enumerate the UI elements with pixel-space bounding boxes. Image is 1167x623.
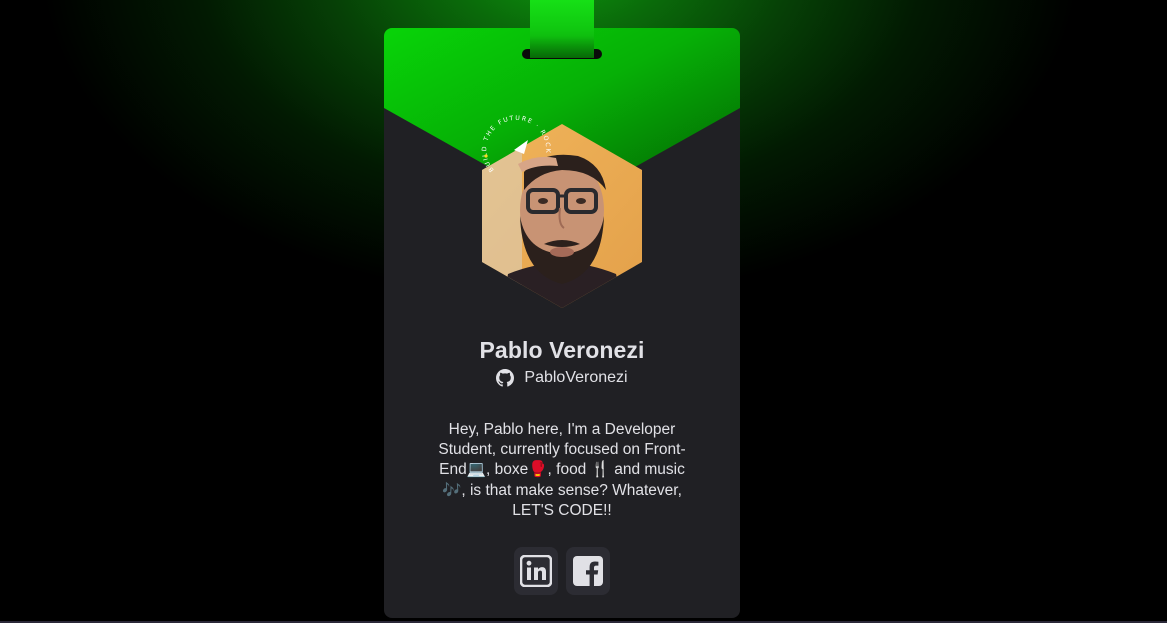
profile-bio: Hey, Pablo here, I'm a Developer Student… (438, 421, 686, 519)
svg-text:BUILD THE FUTURE · ROCKETSEAT: BUILD THE FUTURE · ROCKETSEAT (480, 110, 551, 173)
profile-name: Pablo Veronezi (479, 337, 645, 363)
github-link[interactable]: PabloVeronezi (384, 369, 740, 387)
facebook-button[interactable] (566, 547, 610, 595)
page-background: BUILD THE FUTURE · ROCKETSEAT Pablo Vero… (0, 0, 1167, 623)
profile-card: BUILD THE FUTURE · ROCKETSEAT Pablo Vero… (384, 28, 740, 618)
lanyard-strap (530, 0, 594, 58)
social-links (384, 547, 740, 595)
github-icon (496, 369, 515, 387)
facebook-icon (573, 556, 603, 586)
linkedin-button[interactable] (514, 547, 558, 595)
rocketseat-badge-icon: BUILD THE FUTURE · ROCKETSEAT (480, 110, 551, 173)
github-username: PabloVeronezi (524, 369, 628, 386)
linkedin-icon (520, 555, 552, 587)
